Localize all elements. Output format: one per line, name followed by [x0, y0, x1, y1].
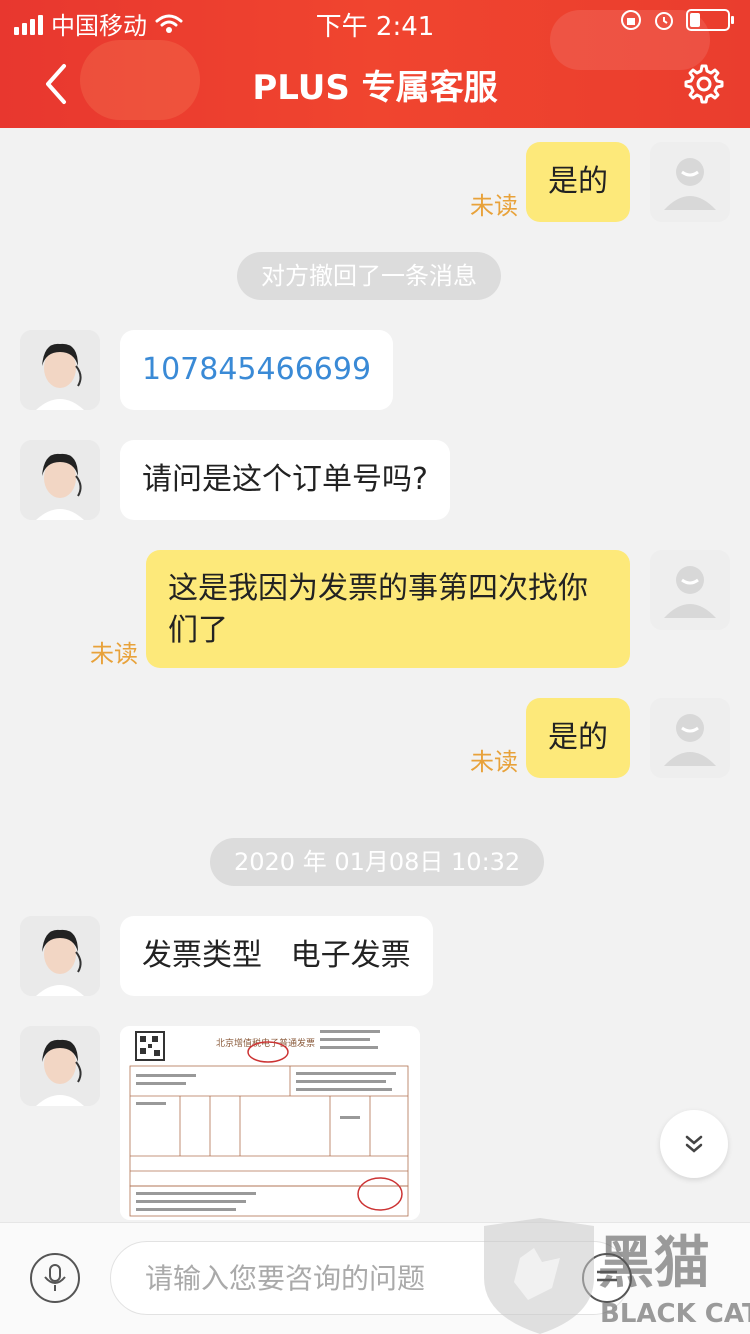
user-avatar[interactable]: [650, 550, 730, 630]
message-row: 请问是这个订单号吗?: [0, 440, 750, 520]
scroll-to-bottom-button[interactable]: [660, 1110, 728, 1178]
battery-icon: [686, 9, 734, 31]
message-row: 发票类型 电子发票: [0, 916, 750, 996]
message-row: 未读 是的: [0, 142, 750, 222]
user-avatar[interactable]: [650, 698, 730, 778]
rotation-lock-icon: [621, 10, 641, 30]
header-bar: 中国移动 下午 2:41 PLUS 专属客服: [0, 0, 750, 128]
recall-notice: 对方撤回了一条消息: [237, 252, 501, 300]
message-bubble[interactable]: 这是我因为发票的事第四次找你们了: [146, 550, 630, 668]
invoice-image[interactable]: 北京增值税电子普通发票: [120, 1026, 420, 1220]
message-row: 未读 是的: [0, 698, 750, 778]
page-title: PLUS 专属客服: [252, 68, 498, 108]
invoice-title: 北京增值税电子普通发票: [216, 1037, 315, 1049]
microphone-icon: [44, 1264, 66, 1291]
message-bubble[interactable]: 请问是这个订单号吗?: [120, 440, 450, 520]
timestamp-pill: 2020 年 01月08日 10:32: [210, 838, 545, 886]
message-bubble[interactable]: 发票类型 电子发票: [120, 916, 433, 996]
unread-status: 未读: [470, 748, 518, 776]
black-cat-watermark: 黑猫 BLACK CAT: [480, 1218, 750, 1334]
unread-status: 未读: [90, 640, 138, 668]
settings-gear-icon[interactable]: [678, 60, 726, 108]
agent-avatar[interactable]: [20, 1026, 100, 1106]
status-bar: 中国移动 下午 2:41: [0, 0, 750, 42]
watermark-brand-cn: 黑猫: [598, 1231, 710, 1296]
agent-avatar[interactable]: [20, 330, 100, 410]
chevron-double-down-icon: [685, 1135, 703, 1153]
user-avatar[interactable]: [650, 142, 730, 222]
unread-status: 未读: [470, 192, 518, 220]
message-row: 北京增值税电子普通发票: [0, 1026, 750, 1220]
message-bubble[interactable]: 是的: [526, 142, 630, 222]
alarm-icon: [655, 12, 673, 30]
watermark-brand-en: BLACK CAT: [600, 1299, 750, 1329]
order-number-link[interactable]: 107845466699: [120, 330, 394, 410]
message-row: 107845466699: [0, 330, 750, 410]
agent-avatar[interactable]: [20, 440, 100, 520]
message-row: 未读 这是我因为发票的事第四次找你们了: [0, 550, 750, 668]
message-bubble[interactable]: 是的: [526, 698, 630, 778]
voice-input-button[interactable]: [30, 1253, 80, 1303]
agent-avatar[interactable]: [20, 916, 100, 996]
